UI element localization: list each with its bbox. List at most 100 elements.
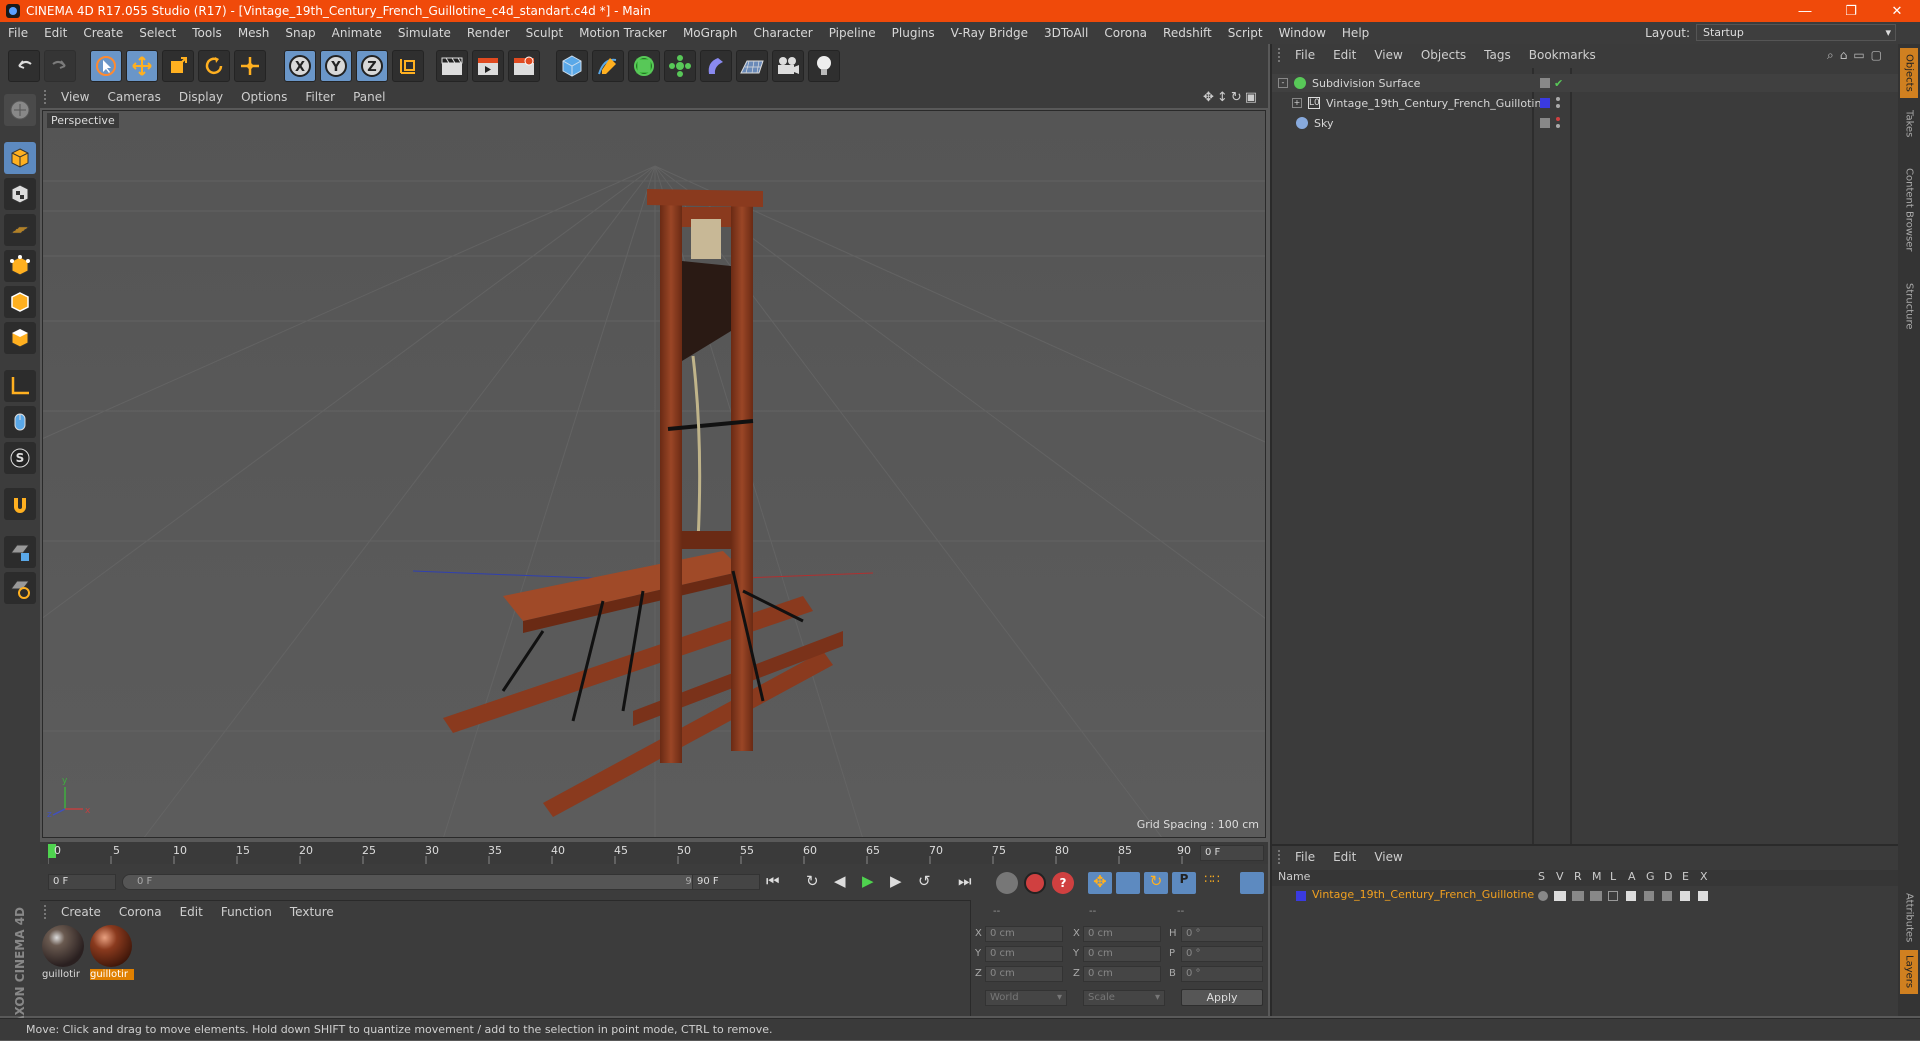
record-active-button[interactable] [1024,872,1046,894]
menu-3dtoall[interactable]: 3DToAll [1036,26,1096,40]
object-menu-view[interactable]: View [1365,48,1411,62]
object-row-subdivision[interactable]: - Subdivision Surface ✔ [1272,74,1898,92]
apply-button[interactable]: Apply [1181,989,1263,1006]
manager-icon[interactable] [1590,891,1602,901]
menu-file[interactable]: File [0,26,36,40]
object-manager-tools[interactable]: ⌕⌂▭▢ [1827,48,1888,63]
material-menu-corona[interactable]: Corona [110,905,171,919]
size-x-field[interactable]: 0 cm [1083,926,1161,942]
tab-objects[interactable]: Objects [1900,48,1918,98]
menu-window[interactable]: Window [1271,26,1334,40]
visibility-dot-icon[interactable] [1556,124,1560,128]
object-row-guillotine[interactable]: + L0 Vintage_19th_Century_French_Guillot… [1272,94,1898,112]
timeline-ruler[interactable]: 0 5 10 15 20 25 30 35 40 45 50 55 60 65 … [40,842,1268,864]
light-button[interactable] [808,50,840,82]
layer-header-e[interactable]: E [1682,870,1689,883]
viewport-menu-display[interactable]: Display [170,90,232,104]
layer-menu-view[interactable]: View [1365,850,1411,864]
menu-vray-bridge[interactable]: V-Ray Bridge [943,26,1036,40]
edges-mode-button[interactable] [4,286,36,318]
make-editable-button[interactable] [4,94,36,126]
edit-icon[interactable] [1540,118,1550,128]
deformer-icon[interactable] [1662,891,1672,901]
layer-header-g[interactable]: G [1646,870,1655,883]
snap-button[interactable]: S [4,442,36,474]
material-menu-create[interactable]: Create [52,905,110,919]
menu-edit[interactable]: Edit [36,26,75,40]
object-menu-objects[interactable]: Objects [1412,48,1475,62]
transform-tool-button[interactable] [234,50,266,82]
menu-simulate[interactable]: Simulate [390,26,459,40]
coordinate-space-dropdown[interactable]: World ▾ [985,990,1067,1006]
menu-help[interactable]: Help [1334,26,1377,40]
polygons-mode-button[interactable] [4,322,36,354]
layout-dropdown[interactable]: Startup ▾ [1696,24,1896,41]
material-menu-function[interactable]: Function [212,905,281,919]
menu-script[interactable]: Script [1220,26,1271,40]
rotation-p-field[interactable]: 0 ° [1181,946,1263,962]
camera-button[interactable] [772,50,804,82]
visibility-dot-icon[interactable] [1556,97,1560,101]
magnet-button[interactable] [4,488,36,520]
layer-header-d[interactable]: D [1664,870,1672,883]
minimize-button[interactable]: ― [1782,0,1828,22]
go-to-end-button[interactable]: ⏭ [958,872,982,894]
material-swatch-selected[interactable]: guillotir [90,925,134,985]
viewport-menu-cameras[interactable]: Cameras [98,90,169,104]
rotation-h-field[interactable]: 0 ° [1181,926,1263,942]
menu-sculpt[interactable]: Sculpt [518,26,571,40]
menu-render[interactable]: Render [459,26,518,40]
render-picture-viewer-button[interactable] [472,50,504,82]
undo-button[interactable] [8,50,40,82]
layer-header-x[interactable]: X [1700,870,1708,883]
tweak-mode-button[interactable] [4,406,36,438]
eye-icon[interactable] [1554,891,1566,901]
layer-header-a[interactable]: A [1628,870,1636,883]
spline-pen-button[interactable] [592,50,624,82]
texture-mode-button[interactable] [4,178,36,210]
layer-header-l[interactable]: L [1610,870,1616,883]
key-rotation-button[interactable]: ↻ [1144,872,1168,894]
layer-header-v[interactable]: V [1556,870,1564,883]
menu-character[interactable]: Character [745,26,820,40]
live-selection-button[interactable] [90,50,122,82]
viewport-nav-icons[interactable]: ✥↕↻▣ [1203,90,1260,105]
size-y-field[interactable]: 0 cm [1083,946,1161,962]
menu-corona[interactable]: Corona [1096,26,1155,40]
layer-header-r[interactable]: R [1574,870,1582,883]
menu-motion-tracker[interactable]: Motion Tracker [571,26,675,40]
restore-button[interactable]: ❐ [1828,0,1874,22]
layer-menu-edit[interactable]: Edit [1324,850,1365,864]
timeline-window-button[interactable] [1240,872,1264,894]
visibility-dot-icon[interactable] [1556,117,1560,121]
go-to-start-button[interactable]: ⏮ [766,872,790,894]
coordinate-system-button[interactable] [392,50,424,82]
key-position-button[interactable]: ✥ [1088,872,1112,894]
autokey-button[interactable]: ? [1052,872,1074,894]
layer-color-icon[interactable] [1296,891,1306,901]
expand-icon[interactable]: + [1292,98,1302,108]
layer-color-icon[interactable] [1540,98,1550,108]
position-z-field[interactable]: 0 cm [985,966,1063,982]
tab-layers[interactable]: Layers [1900,950,1918,994]
object-menu-bookmarks[interactable]: Bookmarks [1520,48,1605,62]
edit-render-settings-button[interactable] [508,50,540,82]
material-menu-edit[interactable]: Edit [171,905,212,919]
object-menu-edit[interactable]: Edit [1324,48,1365,62]
size-z-field[interactable]: 0 cm [1083,966,1161,982]
visibility-dot-icon[interactable] [1556,104,1560,108]
subdivision-surface-button[interactable] [628,50,660,82]
next-key-button[interactable]: ↺ [918,872,942,894]
menu-select[interactable]: Select [131,26,184,40]
tab-takes[interactable]: Takes [1900,104,1918,144]
viewport-menu-panel[interactable]: Panel [344,90,394,104]
workplane-mode-button[interactable] [4,214,36,246]
deformer-button[interactable] [700,50,732,82]
axis-mode-button[interactable] [4,370,36,402]
solo-icon[interactable] [1538,891,1548,901]
previous-frame-button[interactable]: ◀ [834,872,858,894]
xref-icon[interactable] [1698,891,1708,901]
menu-pipeline[interactable]: Pipeline [821,26,884,40]
grid-snap-button[interactable] [4,572,36,604]
key-pla-button[interactable]: ∷∷ [1200,872,1224,894]
